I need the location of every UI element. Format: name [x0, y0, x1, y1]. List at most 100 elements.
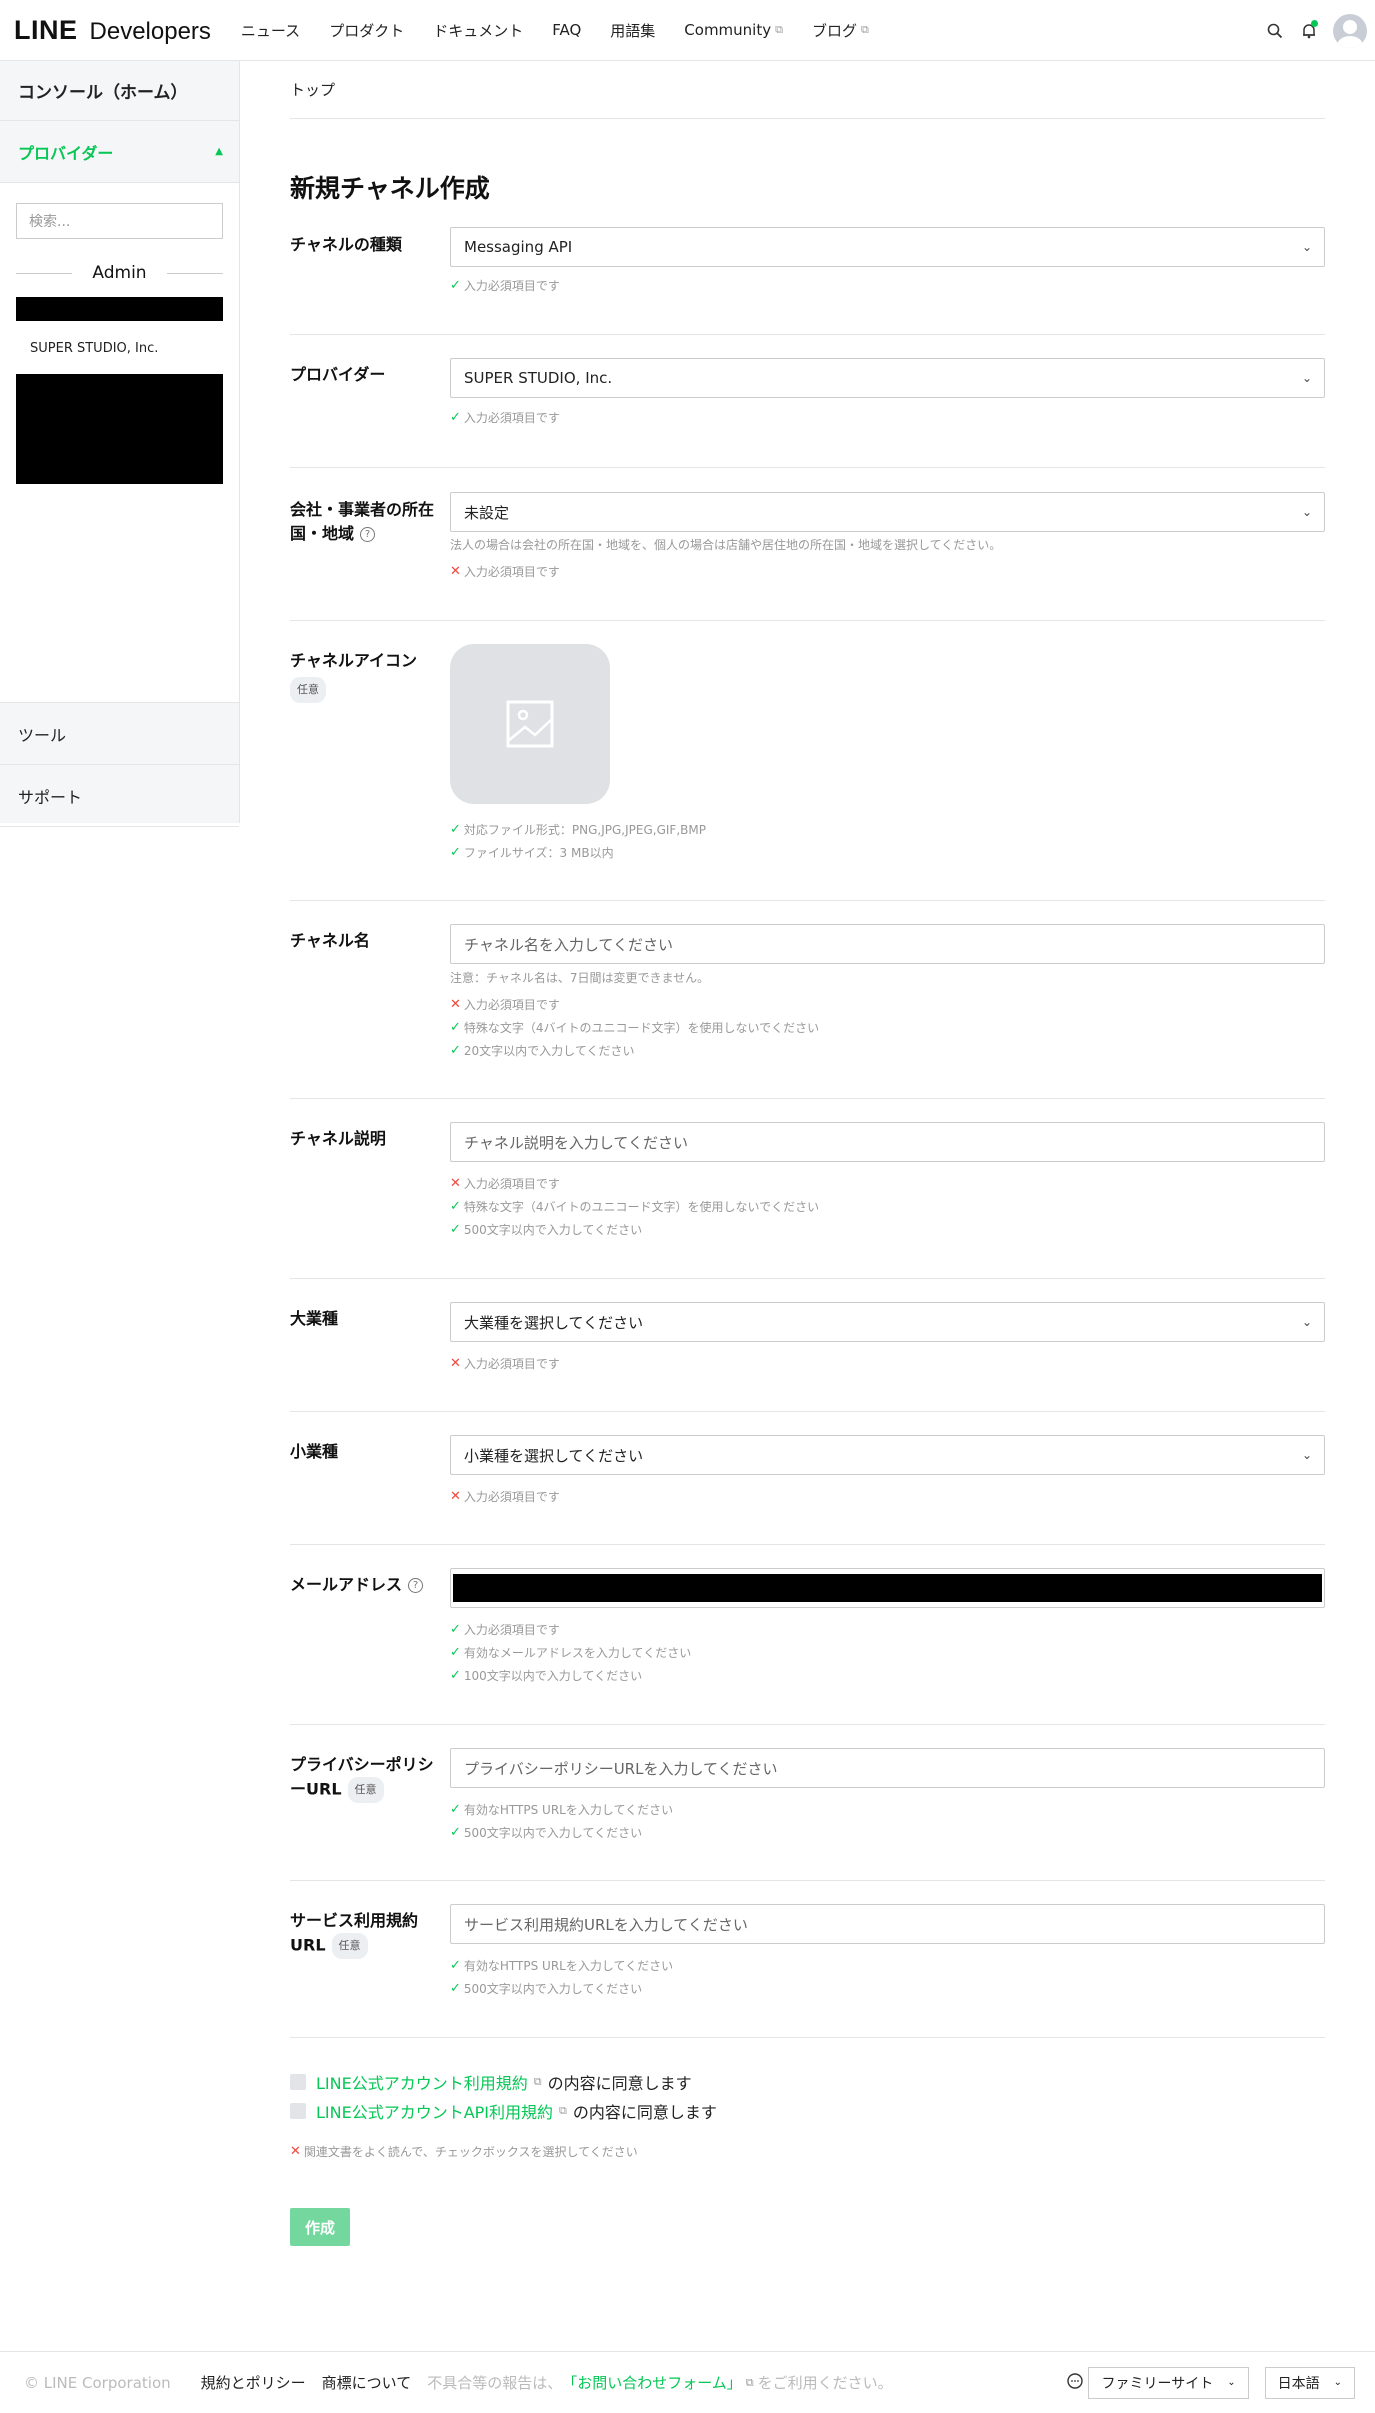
field-label: チャネルの種類 — [290, 235, 402, 254]
nav-blog[interactable]: ブログ ⧉ — [812, 20, 869, 41]
validation-ok: ✓ 500文字以内で入力してください — [450, 1221, 642, 1238]
help-icon[interactable]: ? — [360, 527, 376, 542]
terms-url-input[interactable]: サービス利用規約URLを入力してください — [450, 1904, 1325, 1944]
validation-text: 入力必須項目です — [463, 1357, 560, 1371]
validation-ok: ✓ 有効なHTTPS URLを入力してください — [450, 1801, 673, 1818]
nav-community[interactable]: Community ⧉ — [684, 21, 783, 39]
chevron-down-icon: ⌄ — [1301, 1315, 1312, 1329]
sidebar-item-console[interactable]: コンソール（ホーム） — [0, 61, 239, 121]
channel-type-select[interactable]: Messaging API ⌄ — [450, 227, 1325, 267]
region-select[interactable]: 未設定 ⌄ — [450, 492, 1325, 532]
main-content: トップ 新規チャネル作成 チャネルの種類 Messaging API ⌄ ✓ 入力… — [290, 61, 1325, 2268]
sidebar-provider-super-studio[interactable]: SUPER STUDIO, Inc. — [30, 341, 239, 356]
terms-label-line2: URL — [290, 1935, 326, 1955]
chevron-down-icon: ⌄ — [1301, 1448, 1312, 1462]
language-select[interactable]: 日本語 ⌄ — [1264, 2366, 1355, 2399]
section-industry-major: 大業種 大業種を選択してください ⌄ ✕ 入力必須項目です — [290, 1279, 1325, 1412]
external-link-icon: ⧉ — [559, 2104, 567, 2117]
provider-select[interactable]: SUPER STUDIO, Inc. ⌄ — [450, 358, 1325, 398]
agree-checkbox-2[interactable] — [290, 2103, 306, 2119]
validation-error: ✕ 入力必須項目です — [450, 1488, 560, 1505]
search-icon[interactable] — [1265, 21, 1285, 41]
industry-minor-select[interactable]: 小業種を選択してください ⌄ — [450, 1435, 1325, 1475]
region-hint: 法人の場合は会社の所在国・地域を、個人の場合は店舗や居住地の所在国・地域を選択し… — [450, 538, 1002, 552]
region-value: 未設定 — [464, 503, 510, 522]
check-icon: ✓ — [450, 278, 461, 293]
nav-faq[interactable]: FAQ — [552, 21, 581, 39]
create-button[interactable]: 作成 — [290, 2208, 350, 2246]
nav-products[interactable]: プロダクト — [329, 20, 404, 41]
sidebar-item-tools[interactable]: ツール — [0, 703, 239, 765]
main-nav: ニュース プロダクト ドキュメント FAQ 用語集 Community ⧉ ブログ… — [241, 20, 898, 41]
section-region: 会社・事業者の所在 国・地域? 未設定 ⌄ 法人の場合は会社の所在国・地域を、個… — [290, 468, 1325, 621]
admin-divider: Admin — [16, 263, 223, 283]
admin-heading: Admin — [92, 263, 147, 283]
sidebar-item-support[interactable]: サポート — [0, 765, 239, 827]
validation-error: ✕ 入力必須項目です — [450, 1175, 560, 1192]
divider-line — [16, 272, 73, 274]
validation-text: 100文字以内で入力してください — [463, 1669, 643, 1683]
nav-docs[interactable]: ドキュメント — [433, 20, 523, 41]
field-label: チャネルアイコン 任意 — [290, 649, 435, 703]
check-icon: ✓ — [450, 1043, 461, 1058]
channel-desc-input[interactable]: チャネル説明を入力してください — [450, 1122, 1325, 1162]
nav-news[interactable]: ニュース — [241, 20, 300, 41]
user-avatar[interactable] — [1333, 13, 1367, 48]
section-channel-desc: チャネル説明 チャネル説明を入力してください ✕ 入力必須項目です ✓ 特殊な文字（… — [290, 1099, 1325, 1279]
validation-text: 500文字以内で入力してください — [463, 1223, 643, 1237]
agree-checkbox-1[interactable] — [290, 2074, 306, 2090]
page-title: 新規チャネル作成 — [290, 174, 490, 203]
privacy-url-input[interactable]: プライバシーポリシーURLを入力してください — [450, 1748, 1325, 1788]
agree-suffix: の内容に同意します — [572, 2103, 717, 2122]
validation-text: ファイルサイズ：3 MB以内 — [463, 846, 614, 860]
field-label: チャネル説明 — [290, 1129, 386, 1148]
family-site-select[interactable]: ファミリーサイト ⌄ — [1088, 2366, 1249, 2399]
breadcrumb-top[interactable]: トップ — [290, 79, 335, 100]
check-icon: ✓ — [450, 1825, 461, 1840]
cross-icon: ✕ — [290, 2144, 301, 2159]
validation-error: ✕ 入力必須項目です — [450, 996, 560, 1013]
field-label: 会社・事業者の所在 国・地域? — [290, 498, 435, 546]
channel-type-value: Messaging API — [464, 238, 573, 256]
logo-developers-text: Developers — [89, 17, 211, 45]
validation-text: 有効なHTTPS URLを入力してください — [463, 1803, 674, 1817]
terms-label-line1: サービス利用規約 — [290, 1911, 419, 1930]
validation-text: 特殊な文字（4バイトのユニコード文字）を使用しないでください — [463, 1200, 820, 1214]
cross-icon: ✕ — [450, 997, 461, 1012]
validation-text: 500文字以内で入力してください — [463, 1826, 643, 1840]
industry-major-value: 大業種を選択してください — [464, 1313, 644, 1332]
check-icon: ✓ — [450, 822, 461, 837]
footer-terms-link[interactable]: 規約とポリシー — [201, 2372, 306, 2393]
line-developers-logo[interactable]: LINE Developers — [14, 15, 211, 46]
field-label: 小業種 — [290, 1442, 339, 1461]
chat-icon[interactable] — [1066, 2372, 1084, 2394]
channel-icon-upload[interactable] — [450, 644, 610, 804]
validation-error: ✕ 入力必須項目です — [450, 563, 560, 580]
nav-glossary[interactable]: 用語集 — [610, 20, 655, 41]
validation-ok: ✓ 入力必須項目です — [450, 1621, 560, 1638]
validation-ok: ✓ 入力必須項目です — [450, 409, 560, 426]
validation-text: 有効なメールアドレスを入力してください — [463, 1646, 692, 1660]
check-icon: ✓ — [450, 1668, 461, 1683]
footer-note: 不具合等の報告は、 「お問い合わせフォーム」 ⧉ をご利用ください。 — [427, 2372, 892, 2393]
section-privacy-url: プライバシーポリシ ーURL 任意 プライバシーポリシーURLを入力してください … — [290, 1725, 1325, 1881]
terms-link-api[interactable]: LINE公式アカウントAPI利用規約 — [316, 2099, 553, 2123]
copyright: © LINE Corporation — [24, 2373, 171, 2392]
validation-text: 500文字以内で入力してください — [463, 1982, 643, 1996]
terms-link-oa[interactable]: LINE公式アカウント利用規約 — [316, 2070, 528, 2094]
top-header: LINE Developers ニュース プロダクト ドキュメント FAQ 用語… — [0, 0, 1375, 61]
optional-badge: 任意 — [331, 1933, 368, 1959]
external-link-icon: ⧉ — [775, 23, 783, 36]
sidebar-item-provider[interactable]: プロバイダー ▲ — [0, 121, 239, 183]
bell-icon[interactable] — [1299, 19, 1319, 41]
industry-minor-value: 小業種を選択してください — [464, 1446, 644, 1465]
channel-name-input[interactable]: チャネル名を入力してください — [450, 924, 1325, 964]
section-industry-minor: 小業種 小業種を選択してください ⌄ ✕ 入力必須項目です — [290, 1412, 1325, 1545]
provider-search-input[interactable]: 検索... — [16, 203, 223, 239]
contact-form-link[interactable]: 「お問い合わせフォーム」 — [562, 2372, 742, 2393]
footer-trademark-link[interactable]: 商標について — [322, 2372, 412, 2393]
help-icon[interactable]: ? — [408, 1578, 424, 1593]
check-icon: ✓ — [450, 845, 461, 860]
industry-major-select[interactable]: 大業種を選択してください ⌄ — [450, 1302, 1325, 1342]
section-terms-url: サービス利用規約 URL 任意 サービス利用規約URLを入力してください ✓ 有効な… — [290, 1881, 1325, 2038]
